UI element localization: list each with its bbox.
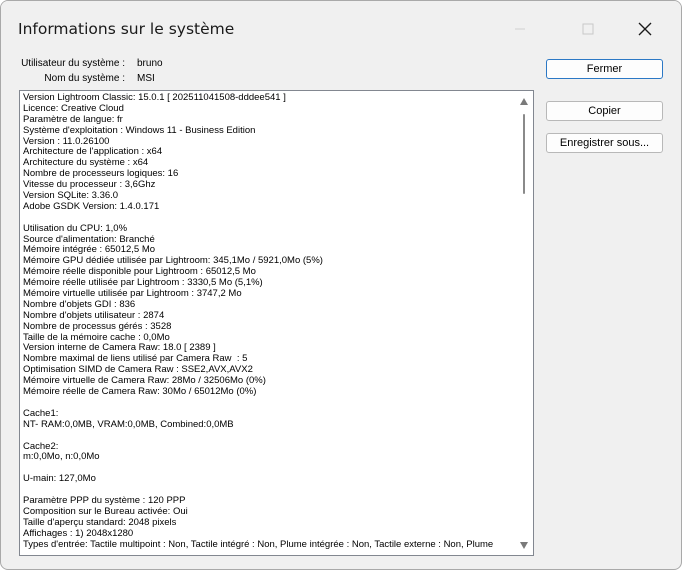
- scroll-up-arrow-icon[interactable]: [520, 98, 528, 105]
- minimize-icon: [515, 28, 525, 30]
- info-line: Système d'exploitation : Windows 11 - Bu…: [23, 124, 256, 136]
- title-bar: Informations sur le système: [1, 1, 681, 45]
- info-line: Nombre de processus gérés : 3528: [23, 320, 172, 332]
- system-info-dialog: Informations sur le système Utilisateur …: [0, 0, 682, 570]
- close-icon: [638, 22, 652, 36]
- save-as-button[interactable]: Enregistrer sous...: [546, 133, 663, 153]
- scroll-down-arrow-icon[interactable]: [520, 542, 528, 549]
- info-line: Utilisation du CPU: 1,0%: [23, 222, 128, 234]
- info-line: Mémoire réelle de Camera Raw: 30Mo / 650…: [23, 386, 257, 398]
- system-user-label: Utilisateur du système :: [21, 58, 125, 69]
- info-line: Types d'entrée: Tactile multipoint : Non…: [23, 538, 494, 550]
- info-line: NT- RAM:0,0MB, VRAM:0,0MB, Combined:0,0M…: [23, 418, 234, 430]
- system-info-text-area[interactable]: Version Lightroom Classic: 15.0.1 [ 2025…: [19, 90, 534, 556]
- copy-button[interactable]: Copier: [546, 101, 663, 121]
- info-line: Adobe GSDK Version: 1.4.0.171: [23, 200, 160, 212]
- info-line: [23, 398, 523, 409]
- system-info-lines: Version Lightroom Classic: 15.0.1 [ 2025…: [23, 92, 523, 550]
- dialog-title: Informations sur le système: [18, 20, 235, 38]
- info-line: Taille d'aperçu standard: 2048 pixels: [23, 516, 177, 528]
- info-line: Affichages : 1) 2048x1280: [23, 527, 134, 539]
- minimize-button: [497, 11, 543, 47]
- close-window-button[interactable]: [622, 11, 668, 47]
- info-line: U-main: 127,0Mo: [23, 473, 96, 485]
- info-line: [23, 431, 523, 442]
- system-user-value: bruno: [137, 58, 163, 69]
- vertical-scrollbar[interactable]: [516, 91, 533, 555]
- maximize-button: [565, 11, 611, 47]
- close-button[interactable]: Fermer: [546, 59, 663, 79]
- system-name-label: Nom du système :: [44, 73, 125, 84]
- info-line: [23, 463, 523, 474]
- maximize-icon: [582, 23, 594, 35]
- system-name-value: MSI: [137, 73, 155, 84]
- info-line: m:0,0Mo, n:0,0Mo: [23, 451, 100, 463]
- scrollbar-thumb[interactable]: [523, 114, 525, 194]
